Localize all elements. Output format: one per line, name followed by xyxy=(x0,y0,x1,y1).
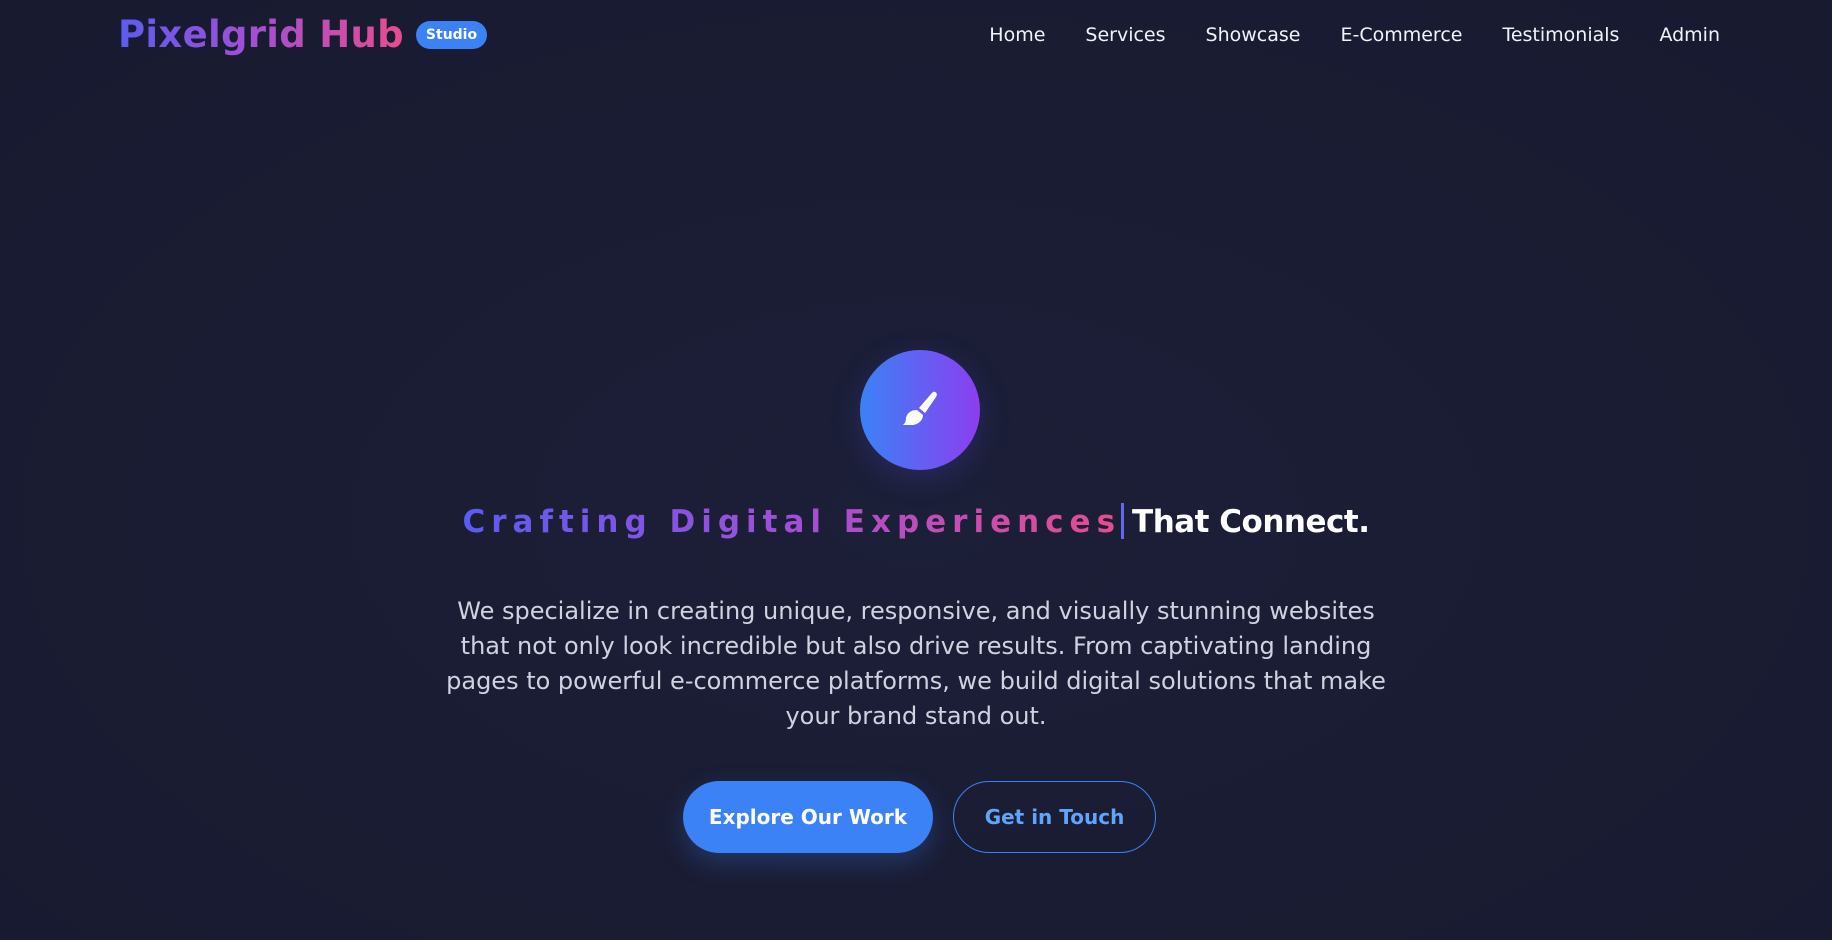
headline-typed-text: Crafting Digital Experiences xyxy=(462,504,1122,540)
brand-name: Pixelgrid Hub xyxy=(118,13,404,56)
brand-badge: Studio xyxy=(415,21,488,49)
brand[interactable]: Pixelgrid Hub Studio xyxy=(118,12,488,58)
nav-link-testimonials[interactable]: Testimonials xyxy=(1502,21,1619,49)
hero-icon-badge xyxy=(860,350,980,470)
get-in-touch-button[interactable]: Get in Touch xyxy=(953,781,1156,853)
page: Pixelgrid Hub Studio Home Services Showc… xyxy=(0,0,1832,940)
hero-headline: Crafting Digital Experiences That Connect… xyxy=(0,500,1832,544)
headline-static-text: That Connect. xyxy=(1132,504,1370,540)
site-header: Pixelgrid Hub Studio Home Services Showc… xyxy=(0,0,1832,70)
nav-link-services[interactable]: Services xyxy=(1085,21,1165,49)
paintbrush-icon xyxy=(903,391,937,425)
explore-our-work-button[interactable]: Explore Our Work xyxy=(683,781,933,853)
hero-description: We specialize in creating unique, respon… xyxy=(446,597,1386,730)
typing-caret xyxy=(1121,503,1125,539)
nav-link-ecommerce[interactable]: E-Commerce xyxy=(1340,21,1462,49)
nav-link-home[interactable]: Home xyxy=(989,21,1045,49)
main-nav: Home Services Showcase E-Commerce Testim… xyxy=(989,21,1720,49)
nav-link-admin[interactable]: Admin xyxy=(1659,21,1720,49)
nav-link-showcase[interactable]: Showcase xyxy=(1206,21,1301,49)
